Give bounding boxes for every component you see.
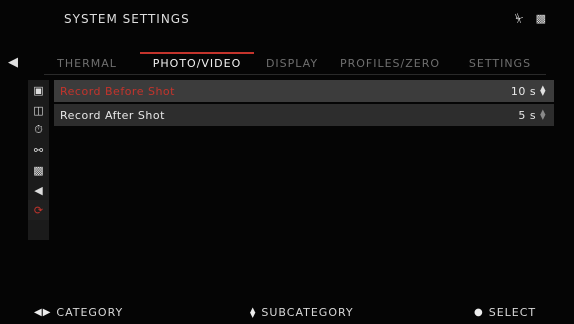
- clapperboard-icon[interactable]: ▩: [28, 160, 49, 180]
- settings-list: Record Before Shot 10 s ▲ ▼ Record After …: [54, 80, 554, 128]
- tab-thermal[interactable]: THERMAL: [52, 52, 122, 74]
- hint-category-label: CATEGORY: [56, 306, 124, 319]
- status-icons: ⏧ ▩: [515, 13, 546, 24]
- camera-icon[interactable]: ▣: [28, 80, 49, 100]
- hint-subcategory-label: SUBCATEGORY: [261, 306, 354, 319]
- tab-settings[interactable]: SETTINGS: [464, 52, 536, 74]
- subcategory-sidebar: ▣ ◫ ⏱ ⚯ ▩ ◀ ⟳: [28, 80, 49, 240]
- setting-value-group: 10 s ▲ ▼: [511, 85, 546, 98]
- power-plug-icon: ⏧: [514, 12, 524, 25]
- up-down-stepper-icon[interactable]: ▲ ▼: [540, 85, 546, 97]
- select-button-icon: ●: [474, 307, 484, 318]
- back-arrow-icon[interactable]: ◀: [8, 56, 18, 69]
- hint-select-label: SELECT: [488, 306, 537, 319]
- page-title: SYSTEM SETTINGS: [64, 12, 190, 26]
- category-tabs: THERMAL PHOTO/VIDEO DISPLAY PROFILES/ZER…: [44, 52, 546, 74]
- setting-value: 5 s: [518, 108, 537, 122]
- tab-photo-video[interactable]: PHOTO/VIDEO: [140, 52, 254, 74]
- control-hints: ◀▶ CATEGORY ▲ ▼ SUBCATEGORY ● SELECT: [0, 306, 574, 320]
- tab-display[interactable]: DISPLAY: [262, 52, 322, 74]
- sd-card-icon: ▩: [535, 12, 546, 25]
- up-down-arrows-icon: ▲ ▼: [250, 305, 257, 319]
- hint-select: ● SELECT: [474, 306, 536, 319]
- left-right-arrows-icon: ◀▶: [34, 307, 52, 318]
- speaker-icon[interactable]: ◀: [28, 180, 49, 200]
- setting-row-record-before-shot[interactable]: Record Before Shot 10 s ▲ ▼: [54, 80, 554, 102]
- setting-value: 10 s: [510, 84, 537, 98]
- recoil-record-icon[interactable]: ⟳: [28, 200, 49, 220]
- setting-label: Record Before Shot: [60, 84, 175, 98]
- gallery-icon[interactable]: ◫: [28, 100, 49, 120]
- hint-category: ◀▶ CATEGORY: [34, 306, 123, 319]
- setting-value-group: 5 s ▲ ▼: [518, 109, 546, 122]
- tab-divider: [44, 74, 546, 75]
- microphone-icon[interactable]: ⚯: [28, 140, 49, 160]
- setting-row-record-after-shot[interactable]: Record After Shot 5 s ▲ ▼: [54, 104, 554, 126]
- up-down-stepper-icon[interactable]: ▲ ▼: [540, 109, 546, 121]
- hint-subcategory: ▲ ▼ SUBCATEGORY: [250, 306, 354, 319]
- tab-profiles-zero[interactable]: PROFILES/ZERO: [334, 52, 446, 74]
- setting-label: Record After Shot: [60, 108, 165, 122]
- timer-icon[interactable]: ⏱: [28, 120, 49, 140]
- system-settings-screen: SYSTEM SETTINGS ⏧ ▩ ◀ THERMAL PHOTO/VIDE…: [0, 0, 574, 324]
